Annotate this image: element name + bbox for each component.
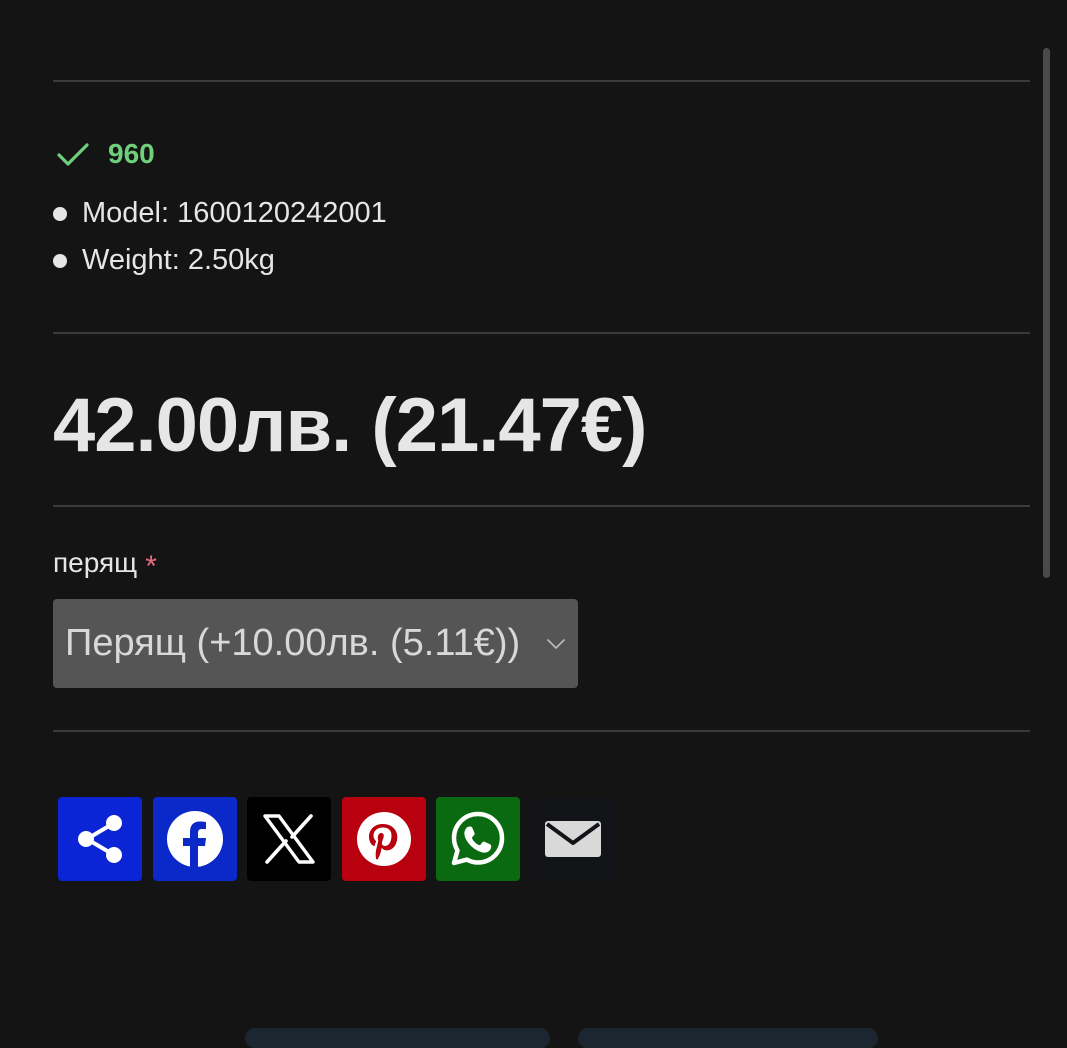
divider-specs xyxy=(53,332,1030,334)
facebook-icon xyxy=(166,811,223,867)
divider-top xyxy=(53,80,1030,82)
facebook-share-button[interactable] xyxy=(152,797,237,881)
email-share-button[interactable] xyxy=(530,797,615,881)
pinterest-share-button[interactable] xyxy=(341,797,426,881)
spec-weight: Weight: 2.50kg xyxy=(53,237,387,284)
divider-price xyxy=(53,505,1030,507)
product-specs: Model: 1600120242001 Weight: 2.50kg xyxy=(53,190,387,284)
bullet-icon xyxy=(53,253,67,268)
share-button[interactable] xyxy=(58,797,142,881)
check-icon xyxy=(57,143,89,166)
whatsapp-icon xyxy=(451,811,505,866)
share-buttons xyxy=(58,797,625,881)
x-share-button[interactable] xyxy=(247,797,331,881)
whatsapp-share-button[interactable] xyxy=(436,797,520,881)
option-label-text: перящ xyxy=(53,547,138,578)
bottom-button-partial-2[interactable] xyxy=(578,1028,878,1048)
page-scrollbar[interactable] xyxy=(1043,48,1050,578)
x-icon xyxy=(263,814,315,864)
spec-weight-text: Weight: 2.50kg xyxy=(82,244,275,276)
stock-count: 960 xyxy=(108,138,155,169)
pinterest-icon xyxy=(356,812,411,866)
option-select-value: Перящ (+10.00лв. (5.11€)) xyxy=(65,622,521,664)
share-icon xyxy=(78,815,122,863)
spec-model: Model: 1600120242001 xyxy=(53,190,387,237)
spec-model-text: Model: 1600120242001 xyxy=(82,197,387,229)
required-mark: * xyxy=(145,550,157,583)
email-icon xyxy=(544,821,601,857)
option-select[interactable]: Перящ (+10.00лв. (5.11€)) xyxy=(53,599,578,688)
bottom-button-partial[interactable] xyxy=(245,1028,550,1048)
product-price: 42.00лв. (21.47€) xyxy=(53,383,647,468)
bullet-icon xyxy=(53,206,67,221)
option-label: перящ * xyxy=(53,546,157,583)
chevron-down-icon xyxy=(547,639,565,649)
stock-status: 960 xyxy=(55,136,155,172)
divider-option xyxy=(53,730,1030,732)
